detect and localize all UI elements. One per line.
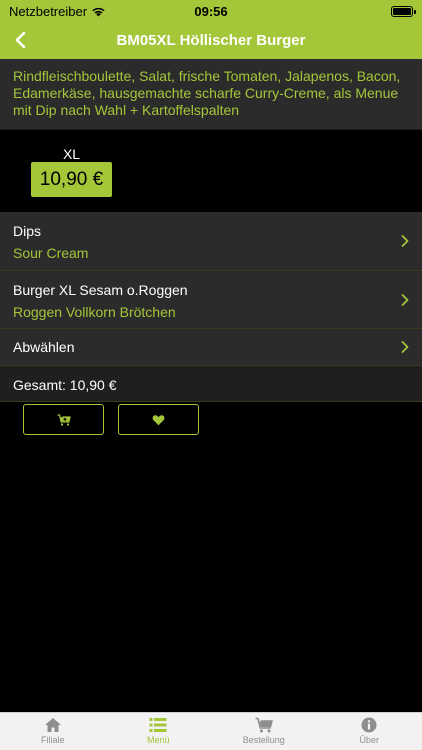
battery-icon: [391, 5, 416, 17]
action-buttons: [23, 404, 199, 435]
status-bar: Netzbetreiber 09:56: [0, 0, 422, 22]
tab-menu-label: Menü: [146, 735, 170, 745]
size-price-button[interactable]: 10,90 €: [31, 162, 112, 197]
chevron-right-icon: [401, 293, 409, 306]
status-left: Netzbetreiber: [9, 4, 106, 19]
size-section: XL 10,90 €: [0, 130, 422, 212]
size-label: XL: [62, 146, 81, 162]
tab-bestellung-label: Bestellung: [242, 735, 285, 745]
navigation-bar: BM05XL Höllischer Burger: [0, 22, 422, 59]
option-dips[interactable]: Dips Sour Cream: [0, 212, 422, 270]
option-deselect-title: Abwählen: [13, 339, 75, 355]
page-title: BM05XL Höllischer Burger: [116, 32, 306, 49]
tab-ueber-label: Über: [359, 735, 379, 745]
tab-bar: Filiale Menü Bestellung Über: [0, 712, 422, 750]
carrier-label: Netzbetreiber: [9, 3, 88, 19]
list-icon: [149, 718, 167, 732]
total-row: Gesamt: 10,90 €: [0, 365, 422, 402]
info-icon: [361, 717, 377, 733]
cart-icon: [255, 717, 273, 733]
favorite-button[interactable]: [118, 404, 199, 435]
total-label: Gesamt: 10,90 €: [13, 377, 117, 393]
tab-bestellung[interactable]: Bestellung: [211, 713, 317, 750]
chevron-left-icon: [15, 31, 26, 49]
tab-filiale-label: Filiale: [40, 735, 65, 745]
option-burger[interactable]: Burger XL Sesam o.Roggen Roggen Vollkorn…: [0, 270, 422, 328]
tab-filiale[interactable]: Filiale: [0, 713, 106, 750]
tab-ueber[interactable]: Über: [317, 713, 422, 750]
option-dips-value: Sour Cream: [13, 245, 89, 261]
option-burger-title: Burger XL Sesam o.Roggen: [13, 282, 188, 298]
wifi-icon: [92, 7, 105, 16]
back-button[interactable]: [8, 28, 32, 52]
option-deselect[interactable]: Abwählen: [0, 328, 422, 365]
heart-icon: [152, 414, 165, 425]
chevron-right-icon: [401, 235, 409, 247]
home-icon: [44, 718, 61, 732]
product-description: Rindfleischboulette, Salat, frische Toma…: [0, 59, 422, 130]
option-dips-title: Dips: [13, 223, 42, 239]
tab-menu[interactable]: Menü: [106, 713, 212, 750]
chevron-right-icon: [401, 341, 409, 353]
add-to-cart-button[interactable]: [23, 404, 104, 435]
option-burger-value: Roggen Vollkorn Brötchen: [13, 304, 176, 320]
cart-plus-icon: [57, 413, 71, 426]
